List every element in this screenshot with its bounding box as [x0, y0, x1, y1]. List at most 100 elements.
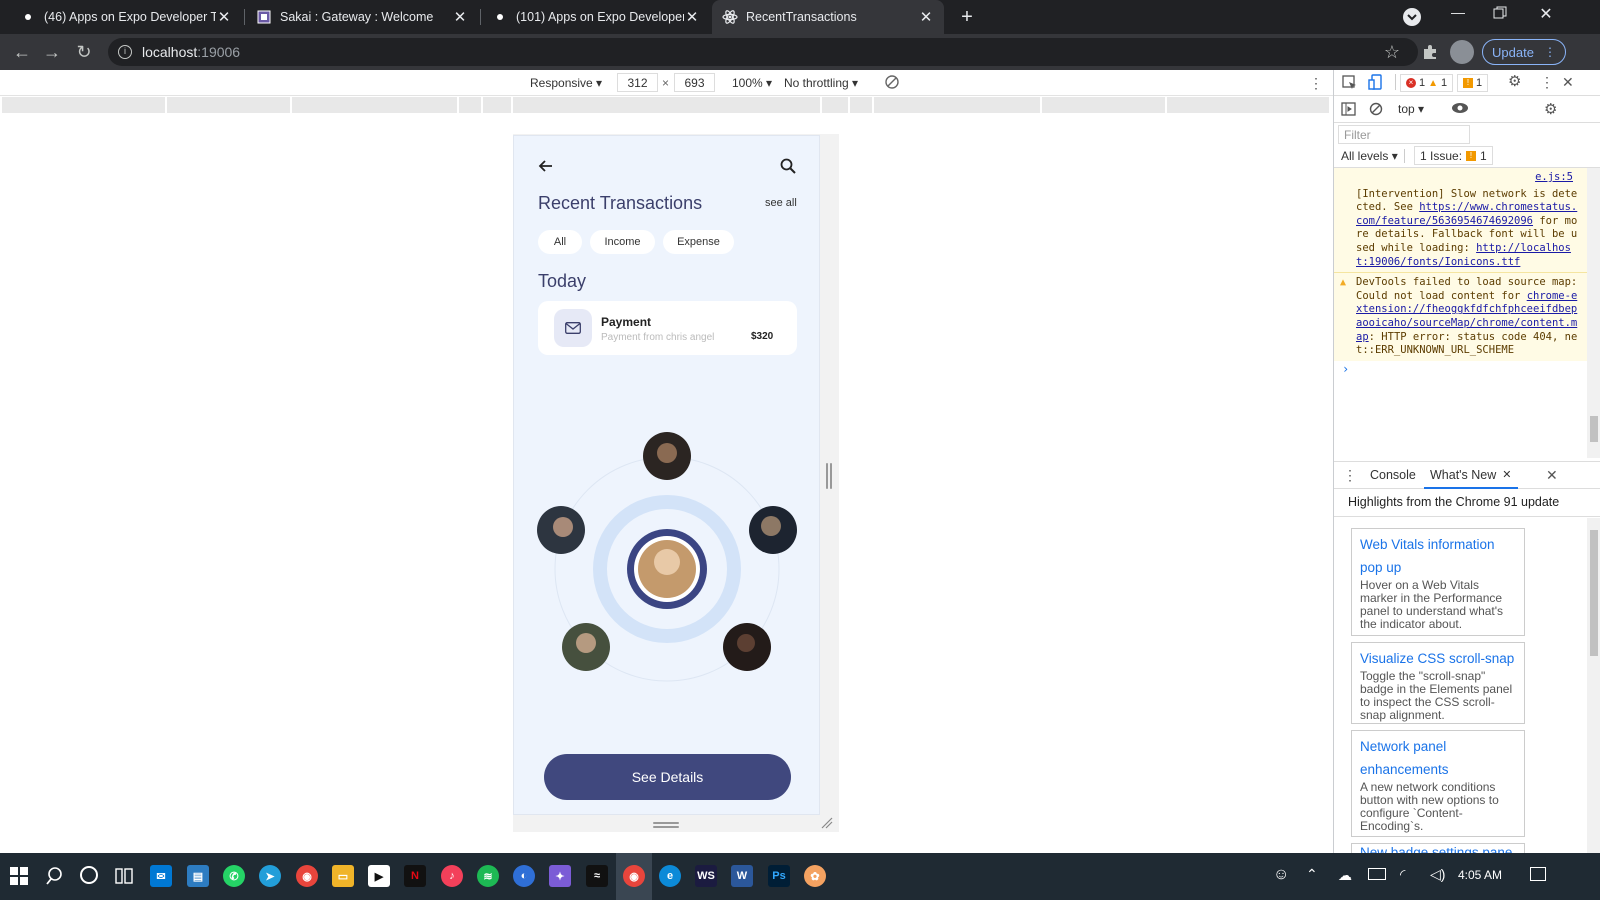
close-tab-icon[interactable]: ✕ — [684, 8, 700, 26]
zoom-select[interactable]: 100% ▾ — [732, 76, 772, 90]
log-source-link[interactable]: e.js:5 — [1334, 168, 1587, 185]
console-settings-gear-icon[interactable]: ⚙ — [1544, 100, 1557, 118]
people-icon[interactable]: ☺ — [1273, 866, 1289, 884]
console-filter-input[interactable]: Filter — [1338, 125, 1470, 144]
clock-time[interactable]: 4:05 AM — [1458, 868, 1502, 882]
issues-button[interactable]: 1 Issue: ! 1 — [1414, 146, 1493, 165]
battery-icon[interactable] — [1368, 868, 1386, 880]
context-select[interactable]: top ▾ — [1398, 102, 1424, 116]
media-player-icon[interactable]: ▶ — [368, 865, 390, 887]
update-button[interactable]: Update ⋮ — [1482, 39, 1566, 65]
file-explorer-icon[interactable]: ▭ — [332, 865, 354, 887]
drawer-menu-icon[interactable]: ⋮ — [1343, 467, 1357, 484]
store-app-icon[interactable]: ▤ — [187, 865, 209, 887]
close-tab-icon[interactable]: ✕ — [918, 8, 934, 26]
resize-handle-right[interactable] — [826, 463, 828, 489]
photoshop-app-icon[interactable]: Ps — [768, 865, 790, 887]
profile-avatar[interactable] — [1450, 40, 1474, 64]
card-title[interactable]: Network panel enhancements — [1360, 735, 1516, 781]
chrome-app-icon[interactable]: ◉ — [296, 865, 318, 887]
sidebar-toggle-icon[interactable] — [1341, 102, 1356, 116]
forward-arrow-icon[interactable]: → — [40, 40, 64, 64]
height-input[interactable]: 693 — [674, 73, 715, 92]
wifi-icon[interactable]: ◜ — [1400, 866, 1405, 883]
see-all-link[interactable]: see all — [765, 197, 797, 209]
filter-chip-expense[interactable]: Expense — [663, 230, 734, 254]
inspect-element-icon[interactable] — [1342, 75, 1358, 91]
close-tab-icon[interactable]: ✕ — [1502, 468, 1511, 481]
notifications-icon[interactable] — [1530, 867, 1546, 881]
cloud-icon[interactable]: ☁ — [1338, 867, 1352, 884]
netflix-app-icon[interactable]: N — [404, 865, 426, 887]
issues-counter[interactable]: ! 1 — [1457, 74, 1489, 92]
resize-handle-bottom[interactable] — [653, 822, 679, 824]
close-tab-icon[interactable]: ✕ — [216, 8, 232, 26]
console-prompt-icon[interactable]: › — [1334, 361, 1587, 379]
browser-tab-active[interactable]: RecentTransactions ✕ — [712, 0, 944, 34]
error-warning-counter[interactable]: × 1 ▲ 1 — [1400, 74, 1454, 92]
settings-gear-icon[interactable]: ⚙ — [1508, 74, 1524, 90]
music-app-icon[interactable]: ♪ — [441, 865, 463, 887]
rotate-icon[interactable] — [884, 74, 900, 90]
more-options-icon[interactable]: ⋮ — [1309, 75, 1323, 92]
live-expression-eye-icon[interactable] — [1450, 100, 1470, 116]
close-tab-icon[interactable]: ✕ — [452, 8, 468, 26]
back-arrow-icon[interactable]: ← — [10, 40, 34, 64]
whats-new-scrollbar[interactable] — [1587, 518, 1600, 853]
close-devtools-icon[interactable]: ✕ — [1562, 74, 1574, 91]
windows-start-icon[interactable] — [10, 867, 28, 885]
browser-tab[interactable]: Sakai : Gateway : Welcome ✕ — [246, 0, 478, 34]
game-app-icon[interactable]: ✦ — [549, 865, 571, 887]
media-query-bar[interactable] — [2, 97, 1329, 113]
task-view-icon[interactable] — [114, 866, 134, 886]
more-vert-icon[interactable]: ⋮ — [1540, 74, 1554, 91]
device-select[interactable]: Responsive ▾ — [530, 76, 602, 90]
card-title[interactable]: Visualize CSS scroll-snap — [1360, 647, 1516, 670]
resize-handle-bottom[interactable] — [653, 826, 679, 828]
close-drawer-icon[interactable]: ✕ — [1546, 467, 1558, 484]
volume-icon[interactable]: ◁) — [1430, 866, 1445, 883]
cortana-icon[interactable] — [80, 866, 98, 884]
minimize-window-icon[interactable]: — — [1448, 4, 1468, 20]
webstorm-app-icon[interactable]: WS — [695, 865, 717, 887]
info-icon[interactable]: i — [118, 45, 132, 59]
filter-chip-income[interactable]: Income — [590, 230, 655, 254]
address-bar[interactable]: i localhost:19006 — [108, 38, 1418, 66]
resize-handle-right[interactable] — [830, 463, 832, 489]
app-icon[interactable]: ≈ — [586, 865, 608, 887]
extensions-puzzle-icon[interactable] — [1418, 40, 1442, 64]
browser-tab[interactable]: (46) Apps on Expo Developer Too ✕ — [10, 0, 242, 34]
chevron-up-icon[interactable]: ⌃ — [1306, 866, 1318, 883]
device-toggle-icon[interactable] — [1368, 74, 1384, 92]
log-levels-select[interactable]: All levels ▾ — [1341, 149, 1398, 163]
app-icon[interactable]: ✿ — [804, 865, 826, 887]
reload-icon[interactable]: ↻ — [72, 40, 96, 64]
tab-search-icon[interactable] — [1403, 8, 1421, 26]
drawer-tab-whats-new[interactable]: What's New ✕ — [1424, 462, 1518, 489]
see-details-button[interactable]: See Details — [544, 754, 791, 800]
whats-new-card[interactable]: Network panel enhancements A new network… — [1351, 730, 1525, 837]
clear-console-icon[interactable] — [1369, 102, 1383, 116]
search-icon[interactable] — [46, 866, 66, 886]
back-arrow-icon[interactable] — [538, 158, 554, 174]
bookmark-star-icon[interactable]: ☆ — [1380, 40, 1404, 64]
width-input[interactable]: 312 — [617, 73, 658, 92]
card-title[interactable]: Web Vitals information pop up — [1360, 533, 1516, 579]
resize-corner-icon[interactable] — [820, 816, 834, 830]
scrollbar-thumb[interactable] — [1590, 416, 1598, 442]
search-icon[interactable] — [780, 158, 796, 174]
throttling-select[interactable]: No throttling ▾ — [784, 76, 858, 90]
console-scrollbar[interactable] — [1587, 168, 1600, 458]
whats-new-card[interactable]: Visualize CSS scroll-snap Toggle the "sc… — [1351, 642, 1525, 724]
scrollbar-thumb[interactable] — [1590, 530, 1598, 656]
transaction-card[interactable]: Payment Payment from chris angel $320 — [538, 301, 797, 355]
whatsapp-app-icon[interactable]: ✆ — [223, 865, 245, 887]
spotify-app-icon[interactable]: ≋ — [477, 865, 499, 887]
telegram-app-icon[interactable]: ➤ — [259, 865, 281, 887]
chrome-app-icon[interactable]: ◉ — [623, 865, 645, 887]
edge-app-icon[interactable]: e — [659, 865, 681, 887]
whats-new-card[interactable]: Web Vitals information pop up Hover on a… — [1351, 528, 1525, 636]
source-link[interactable]: e.js:5 — [1535, 171, 1573, 183]
mail-app-icon[interactable]: ✉ — [150, 865, 172, 887]
close-window-icon[interactable]: ✕ — [1536, 4, 1556, 24]
